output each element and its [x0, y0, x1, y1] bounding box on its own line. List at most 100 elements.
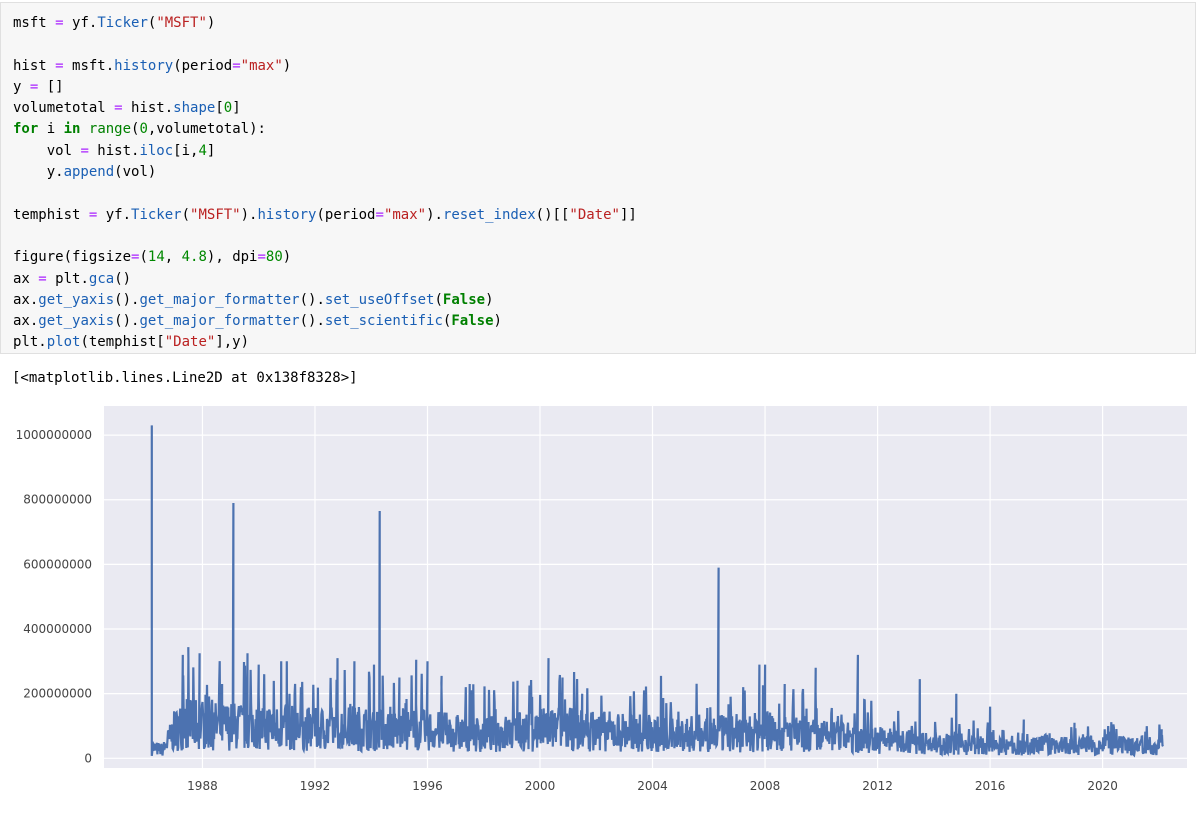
- code-token: Ticker: [97, 15, 148, 31]
- x-tick-label: 2008: [750, 779, 781, 793]
- code-token: plot: [46, 334, 81, 351]
- code-token: ax.: [13, 291, 39, 308]
- code-token: ]: [206, 142, 216, 159]
- code-line: figure(figsize=(14, 4.8), dpi=80): [13, 247, 637, 268]
- code-token: 14: [147, 249, 165, 266]
- code-token: ), dpi: [206, 249, 258, 266]
- code-token: iloc: [139, 142, 174, 159]
- code-token: hist.: [122, 100, 174, 117]
- code-token: get_yaxis: [38, 291, 115, 308]
- code-token: plt.: [46, 270, 89, 287]
- y-tick-label: 0: [84, 751, 92, 765]
- code-cell-input[interactable]: msft = yf.Ticker("MSFT") hist = msft.his…: [0, 2, 1196, 354]
- code-token: temphist: [13, 206, 89, 223]
- code-line: y.append(vol): [13, 162, 637, 183]
- code-token: get_yaxis: [38, 313, 115, 330]
- code-token: ): [206, 15, 216, 31]
- code-token: msft: [13, 15, 56, 31]
- code-token: get_major_formatter: [139, 313, 300, 330]
- code-token: yf.: [97, 206, 132, 223]
- code-line: volumetotal = hist.shape[0]: [13, 98, 637, 119]
- code-token: y.: [13, 164, 64, 181]
- code-token: ()[[: [535, 206, 570, 223]
- code-token: 4.8: [181, 249, 207, 266]
- code-token: Ticker: [131, 206, 182, 223]
- code-token: hist: [13, 57, 56, 74]
- code-token: False: [442, 291, 486, 308]
- code-token: i: [38, 121, 64, 138]
- code-token: ): [493, 313, 502, 330]
- code-token: for: [13, 121, 39, 138]
- code-token: ,: [164, 249, 182, 266]
- code-token: ): [282, 249, 292, 266]
- code-token: =: [375, 206, 384, 223]
- code-token: 4: [198, 142, 207, 159]
- code-token: "max": [383, 206, 427, 223]
- code-token: reset_index: [442, 206, 536, 223]
- code-token: ax: [13, 270, 39, 287]
- x-tick-label: 2004: [637, 779, 668, 793]
- code-token: "MSFT": [156, 15, 207, 31]
- code-token: [i,: [173, 142, 199, 159]
- code-token: (temphist[: [80, 334, 165, 351]
- code-token: yf.: [63, 15, 98, 31]
- code-token: range: [88, 121, 132, 138]
- code-token: =: [38, 270, 47, 287]
- code-token: (: [181, 206, 191, 223]
- code-line: temphist = yf.Ticker("MSFT").history(per…: [13, 205, 637, 226]
- code-token: ().: [114, 313, 140, 330]
- code-token: shape: [173, 100, 216, 117]
- code-token: (): [114, 270, 132, 287]
- code-token: ().: [299, 291, 325, 308]
- x-tick-label: 1996: [412, 779, 443, 793]
- code-token: =: [80, 142, 89, 159]
- x-tick-label: 2020: [1087, 779, 1118, 793]
- code-token: msft.: [63, 57, 115, 74]
- code-token: figure(figsize: [13, 249, 132, 266]
- code-token: []: [38, 78, 64, 95]
- code-token: ).: [240, 206, 258, 223]
- code-line: ax.get_yaxis().get_major_formatter().set…: [13, 311, 637, 332]
- code-line: y = []: [13, 77, 637, 98]
- y-tick-label: 800000000: [23, 493, 92, 507]
- x-tick-label: 1992: [300, 779, 331, 793]
- x-tick-label: 2016: [975, 779, 1006, 793]
- code-token: ax.: [13, 313, 39, 330]
- code-token: (: [139, 249, 148, 266]
- code-token: append: [63, 164, 115, 181]
- code-token: history: [114, 57, 174, 74]
- code-token: vol: [13, 142, 81, 159]
- code-token: ,volumetotal):: [147, 121, 266, 138]
- code-token: ]]: [619, 206, 637, 223]
- code-line: vol = hist.iloc[i,4]: [13, 141, 637, 162]
- x-tick-label: 1988: [187, 779, 218, 793]
- code-token: volumetotal: [13, 100, 115, 117]
- code-token: =: [55, 57, 64, 74]
- code-token: (period: [173, 57, 233, 74]
- code-token: hist.: [88, 142, 140, 159]
- code-token: (period: [316, 206, 376, 223]
- output-repr-text: [<matplotlib.lines.Line2D at 0x138f8328>…: [12, 370, 358, 386]
- x-tick-label: 2012: [862, 779, 893, 793]
- code-token: ).: [426, 206, 443, 223]
- code-token: 80: [265, 249, 283, 266]
- code-token: get_major_formatter: [139, 291, 300, 308]
- code-line: ax.get_yaxis().get_major_formatter().set…: [13, 290, 637, 311]
- code-token: =: [257, 249, 266, 266]
- code-token: gca: [88, 270, 115, 287]
- code-line: ax = plt.gca(): [13, 269, 637, 290]
- code-editor[interactable]: msft = yf.Ticker("MSFT") hist = msft.his…: [13, 13, 637, 354]
- code-token: =: [114, 100, 123, 117]
- y-tick-label: 400000000: [23, 622, 92, 636]
- code-token: =: [232, 57, 241, 74]
- code-token: ): [485, 291, 494, 308]
- code-token: history: [257, 206, 317, 223]
- code-token: "MSFT": [190, 206, 241, 223]
- code-token: 0: [223, 100, 233, 117]
- code-token: False: [451, 313, 494, 330]
- code-token: set_scientific: [324, 313, 443, 330]
- plot-output: 1988 1992 1996 2000 2004 2008 2012 2016 2020 0 200…: [0, 398, 1198, 810]
- code-token: (: [434, 291, 443, 308]
